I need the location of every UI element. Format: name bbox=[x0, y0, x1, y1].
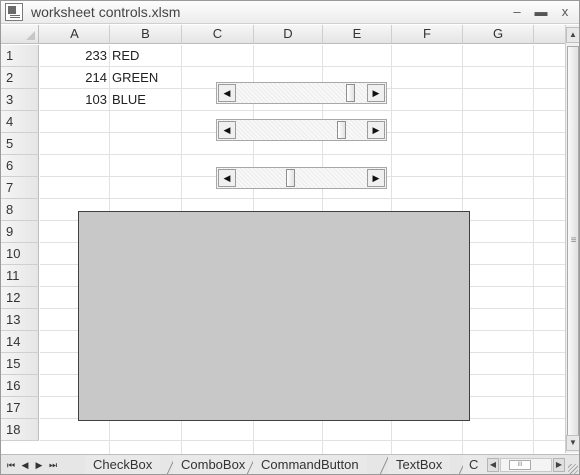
row-header-18[interactable]: 18 bbox=[1, 419, 39, 441]
row-header-6[interactable]: 6 bbox=[1, 155, 39, 177]
cell-a2[interactable]: 214 bbox=[40, 67, 107, 88]
green-scrollbar-thumb[interactable] bbox=[337, 121, 347, 139]
row-header-12[interactable]: 12 bbox=[1, 287, 39, 309]
window-title: worksheet controls.xlsm bbox=[31, 4, 181, 20]
select-all-corner[interactable] bbox=[1, 25, 39, 43]
row-header-7[interactable]: 7 bbox=[1, 177, 39, 199]
grid-line bbox=[40, 198, 565, 199]
scroll-right-arrow-icon[interactable]: ▶ bbox=[367, 121, 385, 139]
sheet-tab-combobox[interactable]: ComboBox bbox=[173, 455, 254, 474]
row-header-14[interactable]: 14 bbox=[1, 331, 39, 353]
row-header-11[interactable]: 11 bbox=[1, 265, 39, 287]
cell-a3[interactable]: 103 bbox=[40, 89, 107, 110]
sheet-tab-bar: ⏮ ◀ ▶ ⏭ CheckBox ComboBox CommandButton … bbox=[1, 454, 579, 474]
row-header-13[interactable]: 13 bbox=[1, 309, 39, 331]
red-scrollbar[interactable]: ◀ ▶ bbox=[216, 82, 387, 104]
column-header-row: A B C D E F G bbox=[1, 25, 565, 44]
color-preview-rectangle[interactable] bbox=[78, 211, 470, 421]
column-header-d[interactable]: D bbox=[254, 25, 323, 43]
cell-a1[interactable]: 233 bbox=[40, 45, 107, 66]
scroll-up-icon[interactable]: ▲ bbox=[566, 27, 579, 43]
cell-b1[interactable]: RED bbox=[112, 45, 180, 66]
row-header-3[interactable]: 3 bbox=[1, 89, 39, 111]
workbook-window: worksheet controls.xlsm – ▬ x A B C D E … bbox=[0, 0, 580, 475]
scroll-right-arrow-icon[interactable]: ▶ bbox=[367, 169, 385, 187]
row-header-17[interactable]: 17 bbox=[1, 397, 39, 419]
scroll-right-icon[interactable]: ▶ bbox=[553, 458, 565, 472]
scroll-left-arrow-icon[interactable]: ◀ bbox=[218, 84, 236, 102]
minimize-button[interactable]: – bbox=[509, 3, 525, 21]
row-header-4[interactable]: 4 bbox=[1, 111, 39, 133]
scroll-down-icon[interactable]: ▼ bbox=[566, 435, 579, 451]
row-header-8[interactable]: 8 bbox=[1, 199, 39, 221]
resize-grip-icon[interactable] bbox=[568, 464, 578, 474]
grid-line bbox=[40, 110, 565, 111]
row-header-1[interactable]: 1 bbox=[1, 45, 39, 67]
excel-document-icon[interactable] bbox=[5, 3, 23, 21]
scroll-left-arrow-icon[interactable]: ◀ bbox=[218, 169, 236, 187]
grid-line bbox=[40, 154, 565, 155]
column-header-a[interactable]: A bbox=[40, 25, 110, 43]
previous-sheet-icon[interactable]: ◀ bbox=[19, 458, 31, 472]
red-scrollbar-thumb[interactable] bbox=[345, 84, 355, 102]
column-header-f[interactable]: F bbox=[392, 25, 463, 43]
grid-line bbox=[533, 45, 534, 454]
green-scrollbar[interactable]: ◀ ▶ bbox=[216, 119, 387, 141]
cell-b3[interactable]: BLUE bbox=[112, 89, 180, 110]
close-button[interactable]: x bbox=[557, 3, 573, 21]
blue-scrollbar-thumb[interactable] bbox=[285, 169, 295, 187]
scroll-left-icon[interactable]: ◀ bbox=[487, 458, 499, 472]
sheet-tab-textbox[interactable]: TextBox bbox=[388, 455, 451, 474]
sheet-tab-partial[interactable]: C bbox=[463, 455, 487, 474]
row-header-15[interactable]: 15 bbox=[1, 353, 39, 375]
next-sheet-icon[interactable]: ▶ bbox=[33, 458, 45, 472]
row-header-16[interactable]: 16 bbox=[1, 375, 39, 397]
row-header-5[interactable]: 5 bbox=[1, 133, 39, 155]
blue-scrollbar[interactable]: ◀ ▶ bbox=[216, 167, 387, 189]
column-header-h-partial[interactable] bbox=[534, 25, 565, 43]
last-sheet-icon[interactable]: ⏭ bbox=[47, 458, 59, 472]
cell-b2[interactable]: GREEN bbox=[112, 67, 180, 88]
scroll-left-arrow-icon[interactable]: ◀ bbox=[218, 121, 236, 139]
column-header-b[interactable]: B bbox=[110, 25, 182, 43]
row-header-2[interactable]: 2 bbox=[1, 67, 39, 89]
grid-line bbox=[40, 440, 565, 441]
cell-grid[interactable]: 233 RED 214 GREEN 103 BLUE ◀ ▶ ◀ ▶ ◀ ▶ bbox=[40, 45, 565, 454]
sheet-tab-commandbutton[interactable]: CommandButton bbox=[253, 455, 367, 474]
column-header-g[interactable]: G bbox=[463, 25, 534, 43]
scroll-right-arrow-icon[interactable]: ▶ bbox=[367, 84, 385, 102]
horizontal-scrollbar[interactable]: III bbox=[500, 458, 552, 472]
vertical-scrollbar-thumb[interactable] bbox=[567, 46, 579, 443]
vertical-scrollbar[interactable]: ▲ ▼ bbox=[565, 25, 579, 453]
row-header-10[interactable]: 10 bbox=[1, 243, 39, 265]
first-sheet-icon[interactable]: ⏮ bbox=[5, 458, 17, 472]
row-header-9[interactable]: 9 bbox=[1, 221, 39, 243]
maximize-button[interactable]: ▬ bbox=[533, 3, 549, 21]
title-bar: worksheet controls.xlsm – ▬ x bbox=[1, 1, 579, 24]
sheet-tab-checkbox[interactable]: CheckBox bbox=[85, 455, 161, 474]
column-header-c[interactable]: C bbox=[182, 25, 254, 43]
horizontal-scrollbar-thumb[interactable]: III bbox=[509, 460, 531, 470]
column-header-e[interactable]: E bbox=[323, 25, 392, 43]
